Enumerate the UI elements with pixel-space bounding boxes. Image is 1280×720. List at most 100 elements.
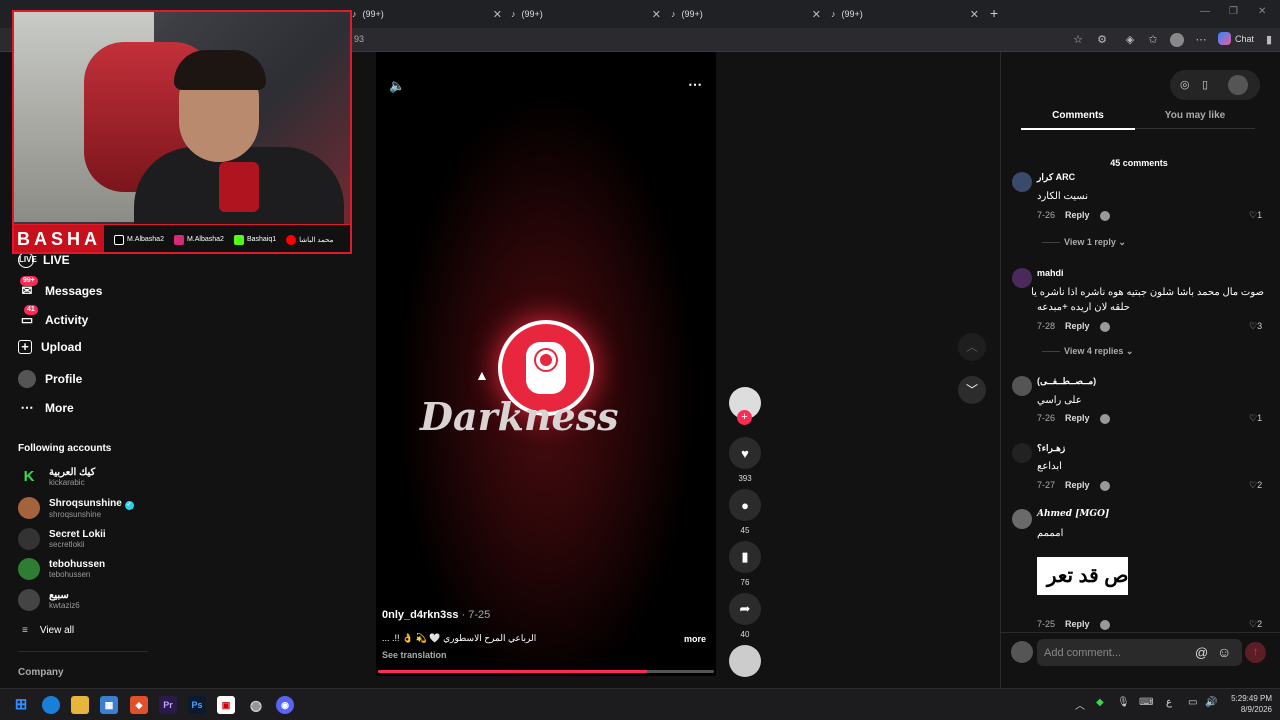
reply-button[interactable]: Reply [1065,480,1090,490]
compass-icon[interactable]: ◎ [1180,78,1190,91]
comment-like[interactable]: ♡3 [1249,321,1262,332]
nav-profile[interactable]: Profile [18,370,82,388]
browser-tab[interactable]: ♪ (99+) ✕ [831,4,979,24]
tab-you-may-like[interactable]: You may like [1135,110,1255,129]
comment-username[interactable]: كرار ARC [1037,172,1075,183]
new-tab-button[interactable]: + [990,5,998,21]
video-progress-bar[interactable] [378,670,714,673]
reply-button[interactable]: Reply [1065,210,1090,220]
tab-comments[interactable]: Comments [1021,110,1135,130]
comment-sticker-image[interactable]: اص قد تعر [1037,557,1128,595]
avatar[interactable] [1012,509,1032,529]
following-account[interactable]: Secret Lokii secretlokii [18,528,106,550]
close-window-icon[interactable]: ✕ [1258,6,1266,17]
windows-start-icon[interactable]: ⊞ [12,696,30,714]
reply-button[interactable]: Reply [1065,619,1090,629]
nav-activity[interactable]: ▭ 41 Activity [18,305,88,329]
file-explorer-icon[interactable] [71,696,89,714]
view-replies-button[interactable]: —— View 1 reply ⌄ [1042,237,1126,248]
discord-icon[interactable]: ◉ [276,696,294,714]
comment-like[interactable]: ♡1 [1249,413,1262,424]
settings-more-icon[interactable]: ⋯ [1194,33,1208,47]
keyboard-icon[interactable]: ⌨ [1139,697,1153,708]
device-icon[interactable]: ▯ [1202,78,1208,91]
browser-tab[interactable]: ♪ (99+) ✕ [352,4,502,24]
minimize-icon[interactable]: — [1200,6,1210,17]
view-all-button[interactable]: ≡ View all [22,625,74,636]
input-language[interactable]: ع [1166,697,1172,708]
close-tab-icon[interactable]: ✕ [812,8,821,21]
volume-tray-icon[interactable]: 🔊 [1205,697,1217,708]
favorite-star-icon[interactable]: ☆ [1071,33,1085,47]
close-tab-icon[interactable]: ✕ [493,8,502,21]
browser-essentials-icon[interactable]: ◈ [1123,33,1137,47]
nav-more[interactable]: ⋯ More [18,399,74,417]
comment-date: 7-25 [1037,619,1056,629]
following-account[interactable]: سبيع kwtaziz6 [18,589,80,611]
share-button[interactable]: ➦ [729,593,761,625]
comment-input[interactable]: Add comment... @ ☺ [1037,639,1242,666]
volume-icon[interactable]: 🔈 [389,78,405,94]
app-icon[interactable]: ▣ [217,696,235,714]
emoji-icon[interactable]: ☺ [1217,644,1231,660]
avatar[interactable] [1012,376,1032,396]
chevron-up-icon[interactable]: ︿ [1075,697,1085,712]
music-disc-avatar[interactable] [729,645,761,677]
comment-username[interactable]: (مــصــطــفــى) [1037,376,1096,387]
like-button[interactable]: ♥ [729,437,761,469]
brave-icon[interactable]: ◆ [130,696,148,714]
close-tab-icon[interactable]: ✕ [652,8,661,21]
comment-button[interactable]: ● [729,489,761,521]
save-button[interactable]: ▮ [729,541,761,573]
extension-icon[interactable]: ⚙ [1095,33,1109,47]
profile-avatar-icon[interactable] [1170,33,1184,47]
favorites-icon[interactable]: ✩ [1146,33,1160,47]
view-replies-button[interactable]: —— View 4 replies ⌄ [1042,346,1133,357]
video-player[interactable]: Darkness 0nly_d4rkn3ss · 7-25 الرباعي ال… [376,52,716,676]
follow-plus-icon[interactable]: + [737,410,752,425]
premiere-icon[interactable]: Pr [159,696,177,714]
nav-upload[interactable]: + Upload [18,340,82,354]
comment-username[interactable]: mahdi [1037,268,1064,278]
obs-icon[interactable]: ◍ [247,696,265,714]
reply-button[interactable]: Reply [1065,413,1090,423]
store-icon[interactable]: ▦ [100,696,118,714]
nav-messages[interactable]: ✉ 99+ Messages [18,276,102,300]
browser-tab[interactable]: ♪ (99+) ✕ [511,4,661,24]
following-account[interactable]: Shroqsunshine ✓ shroqsunshine [18,497,134,519]
browser-tab[interactable]: ♪ (99+) ✕ [671,4,821,24]
comment-username[interactable]: Ahmed [MGO] [1037,509,1109,519]
copilot-chat-button[interactable]: Chat [1218,32,1254,45]
photoshop-icon[interactable]: Ps [188,696,206,714]
avatar[interactable] [1012,268,1032,288]
nav-live[interactable]: LIVE LIVE [18,252,70,268]
video-author[interactable]: 0nly_d4rkn3ss · 7-25 [382,609,490,621]
maximize-icon[interactable]: ❐ [1229,6,1238,17]
tray-app-icon[interactable]: ◆ [1096,697,1104,708]
avatar[interactable] [1012,443,1032,463]
following-account[interactable]: K كيك العربية kickarabic [18,466,95,488]
reply-button[interactable]: Reply [1065,321,1090,331]
comment-like[interactable]: ♡2 [1249,619,1262,630]
video-options-icon[interactable]: ⋯ [688,76,702,93]
network-icon[interactable]: ▭ [1188,697,1197,708]
mention-icon[interactable]: @ [1195,645,1208,660]
sidebar-toggle-icon[interactable]: ▮ [1262,33,1276,47]
microphone-icon[interactable]: 🎙 [1117,697,1130,708]
user-avatar[interactable] [1228,75,1248,95]
comment-like[interactable]: ♡2 [1249,480,1262,491]
previous-video-button[interactable]: ︿ [958,333,986,361]
next-video-button[interactable]: ﹀ [958,376,986,404]
system-clock[interactable]: 5:29:49 PM 8/9/2026 [1222,693,1272,715]
company-link[interactable]: Company [18,667,64,678]
post-comment-button[interactable]: ↑ [1245,642,1266,663]
following-account[interactable]: tebohussen tebohussen [18,558,105,580]
close-tab-icon[interactable]: ✕ [970,8,979,21]
avatar[interactable] [1012,172,1032,192]
heart-icon: ♥ [741,445,749,461]
comment-like[interactable]: ♡1 [1249,210,1262,221]
see-translation-link[interactable]: See translation [382,650,447,660]
comment-username[interactable]: زهـراء؟ [1037,443,1065,454]
caption-more-button[interactable]: more [684,634,706,644]
edge-icon[interactable] [42,696,60,714]
